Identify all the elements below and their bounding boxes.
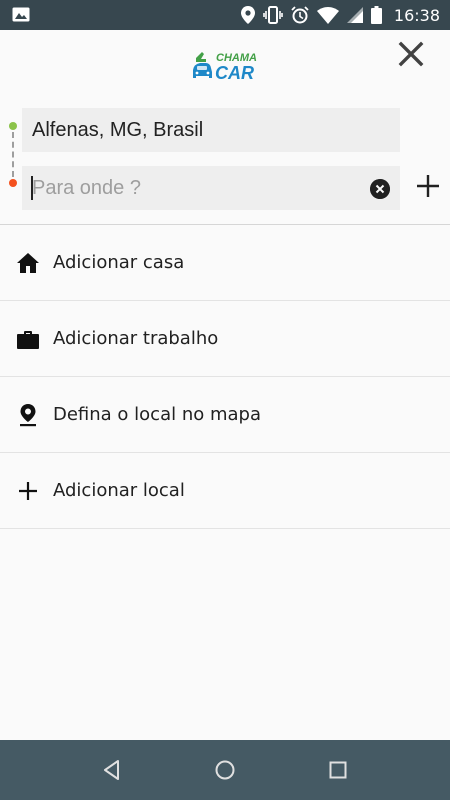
status-bar: 16:38 bbox=[0, 0, 450, 30]
clock: 16:38 bbox=[393, 5, 440, 25]
plus-icon bbox=[19, 482, 37, 500]
text-caret bbox=[31, 176, 33, 200]
signal-icon bbox=[346, 7, 363, 23]
list-item-label: Defina o local no mapa bbox=[53, 404, 261, 425]
list-item-add-work[interactable]: Adicionar trabalho bbox=[0, 301, 450, 377]
list-item-add-place[interactable]: Adicionar local bbox=[0, 453, 450, 529]
clear-destination-button[interactable] bbox=[370, 179, 390, 199]
battery-icon bbox=[370, 6, 382, 24]
close-button[interactable] bbox=[395, 38, 427, 70]
image-icon bbox=[12, 7, 30, 22]
list-item-label: Adicionar casa bbox=[53, 252, 185, 273]
clear-icon bbox=[370, 179, 390, 199]
recents-icon[interactable] bbox=[326, 758, 350, 782]
route-connector bbox=[12, 132, 14, 177]
destination-input[interactable] bbox=[22, 166, 400, 210]
logo-text-bottom: CAR bbox=[215, 63, 254, 82]
back-icon[interactable] bbox=[100, 758, 124, 782]
close-icon bbox=[398, 41, 424, 67]
list-item-label: Adicionar local bbox=[53, 480, 185, 501]
destination-dot bbox=[9, 179, 17, 187]
location-icon bbox=[240, 6, 255, 24]
list-item-add-home[interactable]: Adicionar casa bbox=[0, 225, 450, 301]
origin-dot bbox=[9, 122, 17, 130]
wifi-icon bbox=[316, 6, 339, 24]
saved-places-list: Adicionar casa Adicionar trabalho Defina… bbox=[0, 225, 450, 529]
chama-car-logo: CHAMA CAR bbox=[193, 52, 257, 82]
home-circle-icon[interactable] bbox=[213, 758, 237, 782]
alarm-icon bbox=[291, 6, 309, 24]
plus-icon bbox=[417, 175, 439, 197]
status-icons: 16:38 bbox=[240, 0, 440, 30]
list-item-label: Adicionar trabalho bbox=[53, 328, 219, 349]
system-nav-bar bbox=[0, 740, 450, 800]
home-icon bbox=[17, 253, 39, 273]
briefcase-icon bbox=[17, 331, 39, 349]
vibrate-icon bbox=[263, 6, 283, 24]
route-inputs bbox=[0, 100, 450, 224]
map-pin-icon bbox=[20, 404, 36, 427]
list-item-set-on-map[interactable]: Defina o local no mapa bbox=[0, 377, 450, 453]
header: CHAMA CAR bbox=[0, 30, 450, 100]
add-stop-button[interactable] bbox=[413, 171, 443, 201]
origin-input[interactable] bbox=[22, 108, 400, 152]
